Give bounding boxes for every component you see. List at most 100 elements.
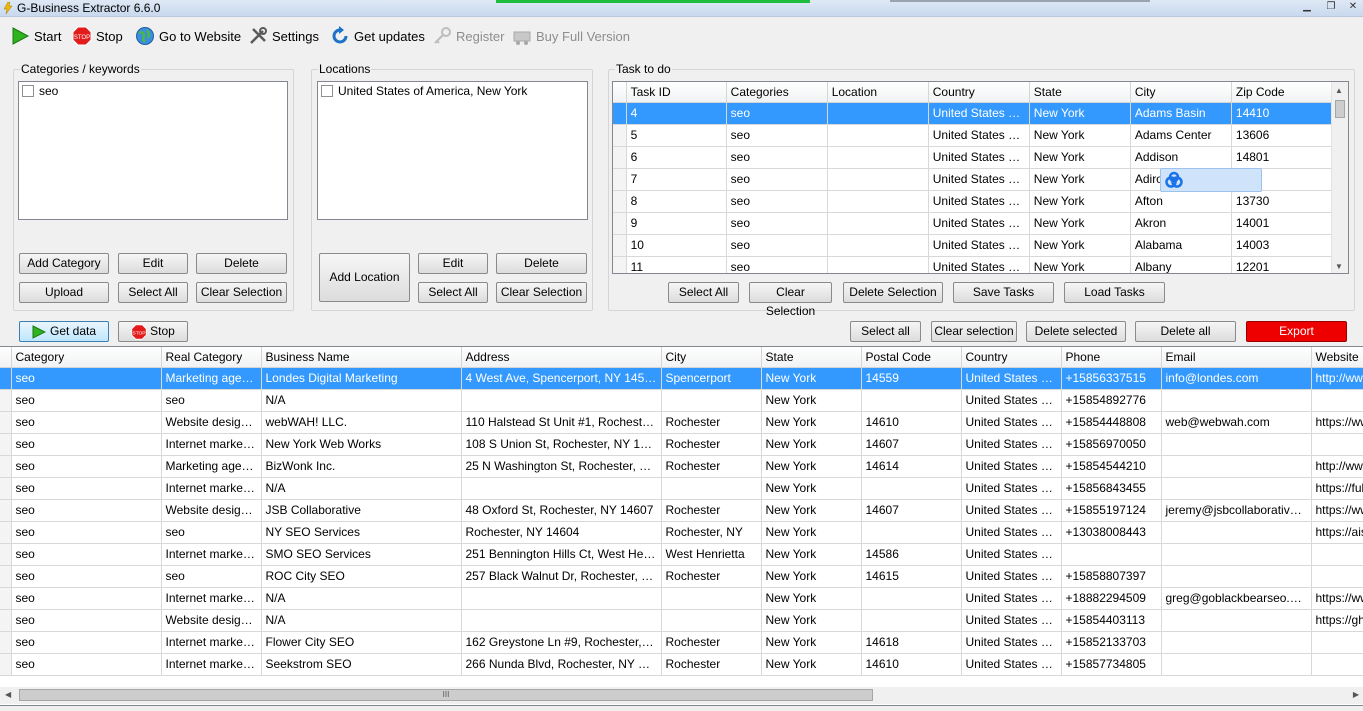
table-cell[interactable]: +15856970050 [1061, 433, 1162, 456]
table-cell[interactable] [661, 477, 762, 500]
table-cell[interactable]: Adams Basin [1130, 102, 1232, 125]
table-cell[interactable]: seo [726, 234, 828, 257]
table-cell[interactable]: 266 Nunda Blvd, Rochester, NY 14610 [461, 653, 662, 676]
table-cell[interactable]: Internet marketin... [161, 653, 262, 676]
table-cell[interactable]: N/A [261, 587, 462, 610]
table-cell[interactable]: 14607 [861, 499, 962, 522]
table-cell[interactable]: +18882294509 [1061, 587, 1162, 610]
list-item[interactable]: United States of America, New York [321, 84, 527, 98]
add-category-button[interactable]: Add Category [19, 253, 109, 274]
table-cell[interactable]: United States of ... [928, 256, 1030, 273]
locations-clear-selection-button[interactable]: Clear Selection [496, 282, 587, 303]
row-header[interactable] [0, 631, 12, 654]
table-cell[interactable] [661, 587, 762, 610]
delete-location-button[interactable]: Delete [496, 253, 587, 274]
table-cell[interactable]: 14801 [1231, 146, 1334, 169]
table-cell[interactable] [1161, 389, 1312, 412]
results-column-header[interactable]: Phone [1061, 347, 1162, 368]
table-cell[interactable]: https://ww [1311, 499, 1363, 522]
table-cell[interactable]: N/A [261, 477, 462, 500]
table-cell[interactable]: Rochester [661, 433, 762, 456]
table-cell[interactable] [827, 146, 929, 169]
table-cell[interactable]: 108 S Union St, Rochester, NY 14607 [461, 433, 662, 456]
table-cell[interactable]: United States of ... [961, 543, 1062, 566]
table-cell[interactable]: seo [726, 190, 828, 213]
table-cell[interactable] [461, 587, 662, 610]
table-cell[interactable]: seo [726, 146, 828, 169]
table-cell[interactable]: 14001 [1231, 212, 1334, 235]
results-column-header[interactable]: Country [961, 347, 1062, 368]
results-column-header[interactable]: Real Category [161, 347, 262, 368]
tasks-column-header[interactable]: Categories [726, 82, 828, 103]
table-cell[interactable]: seo [726, 168, 828, 191]
row-header[interactable] [613, 256, 627, 273]
checkbox[interactable] [321, 85, 333, 97]
table-cell[interactable]: Marketing agency [161, 455, 262, 478]
table-cell[interactable]: seo [11, 631, 162, 654]
scroll-thumb[interactable] [1335, 100, 1345, 118]
table-row[interactable]: seo Marketing agency BizWonk Inc. 25 N Wash… [0, 455, 1363, 478]
results-column-header[interactable]: State [761, 347, 862, 368]
table-cell[interactable]: 14003 [1231, 234, 1334, 257]
table-cell[interactable]: +15857734805 [1061, 653, 1162, 676]
get-data-button[interactable]: Get data [19, 321, 109, 342]
table-cell[interactable] [1161, 455, 1312, 478]
tasks-vertical-scrollbar[interactable]: ▲ ▼ [1331, 82, 1348, 273]
table-cell[interactable]: seo [11, 455, 162, 478]
table-cell[interactable]: United States of ... [928, 146, 1030, 169]
table-cell[interactable]: Spencerport [661, 367, 762, 390]
minimize-icon[interactable]: ▁ [1300, 1, 1314, 14]
table-row[interactable]: 4 seo United States of ... New York Adams Ba… [613, 102, 1334, 125]
table-cell[interactable]: Internet marketin... [161, 543, 262, 566]
table-cell[interactable]: 25 N Washington St, Rochester, NY 1... [461, 455, 662, 478]
table-cell[interactable]: 10 [626, 234, 727, 257]
table-cell[interactable] [1161, 477, 1312, 500]
table-cell[interactable]: seo [11, 499, 162, 522]
table-cell[interactable] [827, 256, 929, 273]
table-cell[interactable]: 6 [626, 146, 727, 169]
register-button[interactable]: Register [432, 24, 504, 48]
categories-list[interactable]: seo [18, 81, 288, 220]
tasks-column-header[interactable]: Country [928, 82, 1030, 103]
table-cell[interactable]: Website designer [161, 411, 262, 434]
table-cell[interactable]: seo [11, 565, 162, 588]
table-cell[interactable]: seo [11, 433, 162, 456]
table-cell[interactable] [827, 124, 929, 147]
row-header[interactable] [0, 455, 12, 478]
table-cell[interactable]: 14610 [861, 653, 962, 676]
scroll-up-icon[interactable]: ▲ [1335, 86, 1343, 95]
table-cell[interactable]: Rochester [661, 455, 762, 478]
table-cell[interactable]: 12201 [1231, 256, 1334, 273]
table-cell[interactable]: New York [1029, 146, 1131, 169]
results-column-header[interactable]: Website [1311, 347, 1363, 368]
row-header[interactable] [613, 168, 627, 191]
table-cell[interactable]: New York [761, 521, 862, 544]
table-row[interactable]: seo seo NY SEO Services Rochester, NY 14604… [0, 521, 1363, 544]
results-horizontal-scrollbar[interactable]: ◀ III ▶ [0, 687, 1363, 704]
results-column-header[interactable]: Email [1161, 347, 1312, 368]
table-cell[interactable]: United States of ... [928, 124, 1030, 147]
table-cell[interactable]: United States of ... [928, 102, 1030, 125]
row-header[interactable] [613, 102, 627, 125]
table-cell[interactable]: 4 West Ave, Spencerport, NY 14559 [461, 367, 662, 390]
table-cell[interactable]: https://ais [1311, 521, 1363, 544]
scroll-right-icon[interactable]: ▶ [1353, 690, 1359, 699]
table-row[interactable]: 10 seo United States of ... New York Alabama… [613, 234, 1334, 257]
row-header[interactable] [0, 587, 12, 610]
tasks-column-header[interactable]: State [1029, 82, 1131, 103]
results-column-header[interactable]: Category [11, 347, 162, 368]
table-cell[interactable]: seo [11, 587, 162, 610]
table-cell[interactable]: Addison [1130, 146, 1232, 169]
results-clear-selection-button[interactable]: Clear selection [931, 321, 1017, 342]
table-row[interactable]: seo Internet marketin... SMO SEO Services 2… [0, 543, 1363, 566]
table-cell[interactable]: seo [11, 477, 162, 500]
table-cell[interactable]: New York [1029, 190, 1131, 213]
table-row[interactable]: seo Internet marketin... N/A New York United… [0, 587, 1363, 610]
table-cell[interactable]: 257 Black Walnut Dr, Rochester, NY ... [461, 565, 662, 588]
stop-button[interactable]: STOP Stop [72, 24, 123, 48]
table-cell[interactable] [827, 190, 929, 213]
table-cell[interactable] [1161, 631, 1312, 654]
table-cell[interactable]: http://www [1311, 367, 1363, 390]
table-cell[interactable] [861, 587, 962, 610]
table-cell[interactable]: Website designer [161, 499, 262, 522]
